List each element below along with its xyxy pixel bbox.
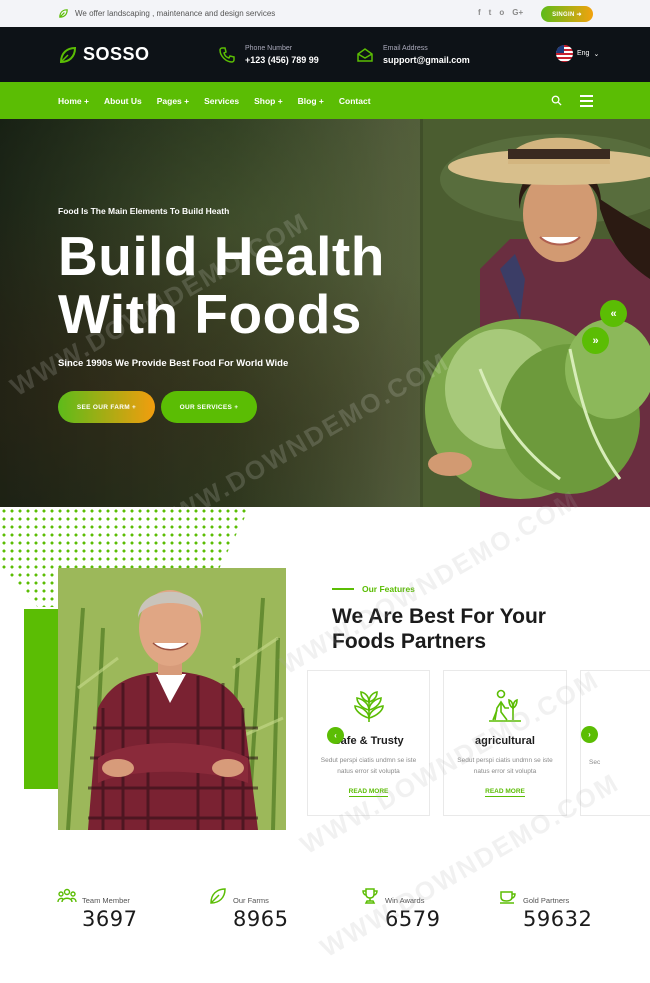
- our-services-button[interactable]: OUR SERVICES +: [161, 391, 257, 423]
- logo-text: SOSSO: [83, 44, 150, 64]
- main-nav: Home + About Us Pages + Services Shop + …: [0, 82, 650, 119]
- features-title-line2: Foods Partners: [332, 630, 487, 653]
- farmer-icon: [489, 689, 521, 722]
- stat-label: Team Member: [82, 896, 130, 905]
- nav-item-shop[interactable]: Shop +: [254, 96, 283, 106]
- accent-bar: [24, 609, 58, 789]
- menu-icon[interactable]: [580, 95, 593, 110]
- features-eyebrow: Our Features: [332, 584, 415, 594]
- feature-card[interactable]: agricultural Sedut perspi ciatis undmn s…: [443, 670, 567, 816]
- features-prev-arrow[interactable]: ‹: [327, 727, 344, 744]
- eyebrow-line: [332, 588, 354, 590]
- leaf-icon: [210, 888, 226, 904]
- read-more-link[interactable]: READ MORE: [485, 788, 525, 797]
- slider-prev-arrow[interactable]: «: [600, 300, 627, 327]
- twitter-icon[interactable]: t: [489, 8, 492, 17]
- hero-slider: Food Is The Main Elements To Build Heath…: [0, 119, 650, 507]
- stats-section: Team Member 3697 Our Farms 8965 Win Awar…: [0, 767, 650, 963]
- features-title-line1: We Are Best For Your: [332, 605, 546, 628]
- phone-icon: [219, 47, 235, 63]
- hero-title-line1: Build Health: [58, 225, 385, 287]
- email-label: Email Address: [383, 45, 428, 52]
- email-contact: Email Address support@gmail.com: [356, 44, 470, 66]
- feature-card-desc-line2: natus error sit volupta: [473, 768, 537, 775]
- features-section: Our Features We Are Best For Your Foods …: [0, 484, 650, 860]
- language-selector[interactable]: Eng ⌄: [556, 45, 599, 62]
- envelope-icon: [357, 48, 373, 62]
- read-more-link[interactable]: READ MORE: [348, 788, 389, 797]
- email-value[interactable]: support@gmail.com: [383, 54, 470, 66]
- hero-eyebrow: Food Is The Main Elements To Build Heath: [58, 206, 230, 216]
- team-icon: [57, 888, 77, 903]
- stat-label: Gold Partners: [523, 896, 570, 905]
- leaf-icon: [59, 9, 68, 18]
- phone-label: Phone Number: [245, 45, 293, 52]
- features-eyebrow-text: Our Features: [362, 584, 415, 594]
- feature-card-desc-line1: Sedut perspi ciatis undmn se iste: [320, 757, 417, 764]
- see-our-farm-button[interactable]: SEE OUR FARM +: [58, 391, 155, 423]
- phone-contact: Phone Number +123 (456) 789 99: [218, 44, 319, 66]
- stat-label: Win Awards: [385, 896, 425, 905]
- trophy-icon: [362, 888, 378, 904]
- feature-card-desc: Sec: [589, 759, 601, 766]
- google-plus-icon[interactable]: G+: [512, 8, 523, 17]
- cup-icon: [500, 891, 516, 904]
- nav-item-pages[interactable]: Pages +: [157, 96, 189, 106]
- nav-item-home[interactable]: Home +: [58, 96, 89, 106]
- nav-item-about[interactable]: About Us: [104, 96, 142, 106]
- leaf-logo-icon: [59, 46, 77, 63]
- social-links: f t o G+: [478, 8, 523, 17]
- us-flag-icon: [556, 45, 573, 62]
- tagline: We offer landscaping , maintenance and d…: [58, 8, 275, 19]
- wheat-icon: [353, 691, 384, 722]
- slider-next-arrow[interactable]: »: [582, 327, 609, 354]
- feature-card[interactable]: Sec: [580, 670, 650, 816]
- feature-card-desc-line2: natus error sit volupta: [337, 768, 400, 775]
- feature-card-desc: Sedut perspi ciatis undmn se iste natus e…: [308, 755, 429, 777]
- feature-card-desc: Sedut perspi ciatis undmn se iste natus e…: [444, 755, 566, 777]
- search-icon[interactable]: [551, 95, 562, 106]
- stat-value: 6579: [385, 907, 441, 931]
- signin-button[interactable]: SINGIN ➜: [541, 6, 593, 22]
- chevron-down-icon: ⌄: [593, 50, 600, 58]
- nav-item-services[interactable]: Services: [204, 96, 239, 106]
- nav-item-blog[interactable]: Blog +: [298, 96, 324, 106]
- stat-value: 3697: [82, 907, 138, 931]
- stat-value: 59632: [523, 907, 593, 931]
- top-bar: We offer landscaping , maintenance and d…: [0, 0, 650, 27]
- farmer-man-image: [58, 568, 286, 830]
- features-title: We Are Best For Your Foods Partners: [332, 604, 546, 654]
- feature-card[interactable]: Safe & Trusty Sedut perspi ciatis undmn …: [307, 670, 430, 816]
- tagline-text: We offer landscaping , maintenance and d…: [75, 9, 276, 18]
- feature-card-desc-line1: Sedut perspi ciatis undmn se iste: [457, 757, 553, 764]
- hero-title: Build Health With Foods: [58, 227, 385, 343]
- language-label: Eng: [577, 50, 590, 57]
- facebook-icon[interactable]: f: [478, 8, 481, 17]
- phone-value[interactable]: +123 (456) 789 99: [245, 54, 319, 66]
- hero-title-line2: With Foods: [58, 283, 362, 345]
- nav-item-contact[interactable]: Contact: [339, 96, 371, 106]
- features-next-arrow[interactable]: ›: [581, 726, 598, 743]
- logo[interactable]: SOSSO: [58, 44, 150, 65]
- header: SOSSO Phone Number +123 (456) 789 99 Ema…: [0, 27, 650, 82]
- instagram-icon[interactable]: o: [499, 8, 504, 17]
- stat-label: Our Farms: [233, 896, 269, 905]
- stat-value: 8965: [233, 907, 289, 931]
- hero-subtitle: Since 1990s We Provide Best Food For Wor…: [58, 358, 289, 369]
- feature-card-title: agricultural: [475, 735, 535, 747]
